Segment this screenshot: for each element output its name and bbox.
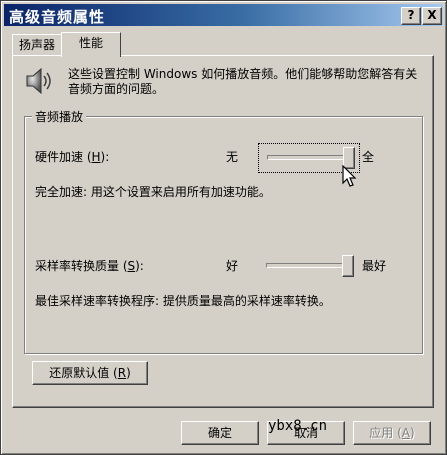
apply-button[interactable]: 应用 (A) xyxy=(353,421,431,445)
hardware-accel-label: 硬件加速 (H): xyxy=(35,150,110,164)
tab-performance[interactable]: 性能 xyxy=(61,32,121,57)
restore-defaults-button[interactable]: 还原默认值 (R) xyxy=(32,361,148,385)
hardware-accel-min-label: 无 xyxy=(226,150,239,164)
sample-rate-max-label: 最好 xyxy=(362,259,387,273)
sample-rate-slider[interactable] xyxy=(258,252,358,280)
sample-rate-label: 采样率转换质量 (S): xyxy=(35,259,144,273)
close-button[interactable]: X xyxy=(422,7,442,25)
slider-thumb[interactable] xyxy=(342,255,354,277)
hardware-accel-max-label: 全 xyxy=(362,150,375,164)
slider-track xyxy=(266,263,350,268)
title-bar[interactable]: 高级音频属性 ? X xyxy=(4,4,443,26)
help-button[interactable]: ? xyxy=(401,7,421,25)
mouse-pointer-icon xyxy=(342,165,357,187)
watermark: ybx8.cn xyxy=(268,418,328,434)
ok-button[interactable]: 确定 xyxy=(181,421,259,445)
group-title: 音频播放 xyxy=(32,108,87,125)
slider-track xyxy=(267,155,351,160)
tab-speaker[interactable]: 扬声器 xyxy=(12,34,62,55)
sample-rate-min-label: 好 xyxy=(226,259,239,273)
sample-rate-description: 最佳采样速率转换程序: 提供质量最高的采样速率转换。 xyxy=(35,294,331,308)
window-title: 高级音频属性 xyxy=(9,8,106,26)
hardware-accel-description: 完全加速: 用这个设置来启用所有加速功能。 xyxy=(35,185,271,199)
intro-description: 这些设置控制 Windows 如何播放音频。他们能够帮助您解答有关音频方面的问题… xyxy=(68,67,418,96)
speaker-icon xyxy=(26,67,51,95)
